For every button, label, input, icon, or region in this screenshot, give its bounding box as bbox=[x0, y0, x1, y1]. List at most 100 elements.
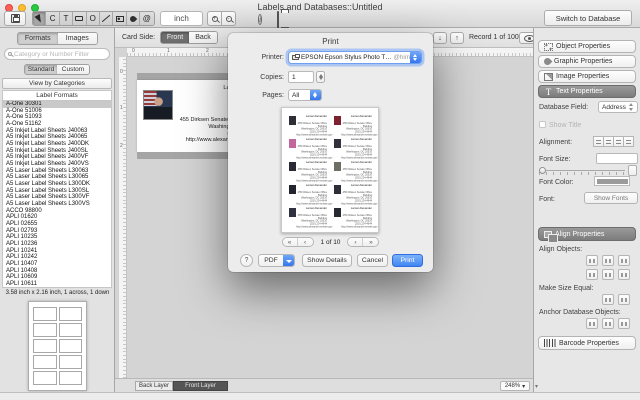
first-page-button[interactable]: « bbox=[283, 238, 298, 246]
label-format-item[interactable]: A5 Laser Label Sheets L300VS bbox=[3, 201, 111, 208]
anchor-objects-button[interactable] bbox=[602, 318, 614, 329]
rectangle-tool[interactable] bbox=[73, 12, 86, 25]
label-text: Lamar Alexander455 Dirksen Senate Office… bbox=[296, 184, 327, 205]
slider-thumb[interactable] bbox=[539, 167, 546, 174]
back-layer-tab[interactable]: Back Layer bbox=[135, 381, 173, 391]
align-objects-button[interactable] bbox=[602, 269, 614, 280]
print-button[interactable]: Print bbox=[392, 254, 423, 267]
align-objects-button[interactable] bbox=[618, 255, 630, 266]
label-format-item[interactable]: A5 Inkjet Label Sheets J400VS bbox=[3, 161, 111, 168]
label-format-item[interactable]: A5 Inkjet Label Sheets J400DK bbox=[3, 141, 111, 148]
label-format-item[interactable]: APLI 10242 bbox=[3, 254, 111, 261]
label-format-item[interactable]: A-One 30301 bbox=[3, 101, 111, 108]
label-format-item[interactable]: APLI 02655 bbox=[3, 221, 111, 228]
zoom-in-button[interactable]: + bbox=[207, 11, 222, 26]
label-format-item[interactable]: APLI 10235 bbox=[3, 234, 111, 241]
label-format-item[interactable]: A-One 51093 bbox=[3, 114, 111, 121]
label-format-item[interactable]: A-One 51162 bbox=[3, 121, 111, 128]
label-format-item[interactable]: A5 Laser Label Sheets L300SL bbox=[3, 188, 111, 195]
make-size-equal-button[interactable] bbox=[618, 294, 630, 305]
tab-images[interactable]: Images bbox=[58, 33, 98, 44]
preview-record-button[interactable] bbox=[519, 32, 533, 44]
align-objects-button[interactable] bbox=[586, 269, 598, 280]
label-format-item[interactable]: APLI 01620 bbox=[3, 214, 111, 221]
fill-tool[interactable] bbox=[127, 12, 140, 25]
panel-scroll-down-arrow[interactable]: ▾ bbox=[535, 383, 538, 390]
info-button[interactable]: i bbox=[258, 9, 262, 27]
view-by-categories-button[interactable]: View by Categories bbox=[2, 78, 112, 89]
front-layer-tab[interactable]: Front Layer bbox=[173, 381, 228, 391]
unit-field[interactable] bbox=[160, 11, 203, 26]
align-objects-button[interactable] bbox=[618, 269, 630, 280]
label-format-item[interactable]: A5 Laser Label Sheets L300VF bbox=[3, 194, 111, 201]
image-properties-button[interactable]: Image Properties bbox=[538, 70, 636, 83]
label-format-item[interactable]: APLI 10407 bbox=[3, 261, 111, 268]
previous-page-button[interactable]: ‹ bbox=[298, 238, 313, 246]
label-format-item[interactable]: A5 Inkjet Label Sheets J40063 bbox=[3, 128, 111, 135]
label-format-item[interactable]: APLI 02793 bbox=[3, 228, 111, 235]
copies-stepper[interactable] bbox=[316, 71, 325, 83]
database-field-select[interactable]: Address bbox=[598, 101, 638, 113]
cancel-button[interactable]: Cancel bbox=[357, 254, 388, 267]
make-size-equal-button[interactable] bbox=[602, 294, 614, 305]
align-objects-button[interactable] bbox=[586, 255, 598, 266]
object-properties-button[interactable]: Object Properties bbox=[538, 40, 636, 53]
barcode-properties-button[interactable]: Barcode Properties bbox=[538, 336, 636, 350]
show-details-button[interactable]: Show Details bbox=[302, 254, 352, 267]
font-color-swatch[interactable] bbox=[594, 176, 630, 186]
copies-input[interactable]: 1 bbox=[288, 71, 314, 83]
label-format-item[interactable]: A5 Inkjet Label Sheets J40065 bbox=[3, 134, 111, 141]
label-format-item[interactable]: APLI 10611 bbox=[3, 281, 111, 288]
canvas-zoom-control[interactable]: 248% ▾ bbox=[500, 381, 530, 391]
font-size-stepper[interactable] bbox=[628, 165, 637, 176]
text-tool[interactable]: T bbox=[60, 12, 73, 25]
label-format-item[interactable]: A5 Laser Label Sheets L30065 bbox=[3, 174, 111, 181]
graphic-properties-button[interactable]: Graphic Properties bbox=[538, 55, 636, 68]
previous-record-button[interactable]: ↓ bbox=[433, 32, 447, 44]
tab-formats[interactable]: Formats bbox=[18, 33, 58, 44]
show-title-checkbox[interactable]: Show Title bbox=[539, 121, 581, 129]
label-format-item[interactable]: A5 Inkjet Label Sheets J400SL bbox=[3, 148, 111, 155]
align-properties-header[interactable]: Align Properties bbox=[538, 227, 636, 241]
last-page-button[interactable]: » bbox=[363, 238, 378, 246]
font-size-input[interactable] bbox=[596, 153, 638, 164]
text-properties-button[interactable]: T Text Properties bbox=[538, 85, 636, 98]
line-tool[interactable] bbox=[100, 12, 113, 25]
anchor-objects-button[interactable] bbox=[586, 318, 598, 329]
save-button[interactable] bbox=[4, 11, 26, 26]
contact-photo[interactable] bbox=[143, 90, 173, 120]
label-format-item[interactable]: A-One 51006 bbox=[3, 108, 111, 115]
label-format-item[interactable]: APLI 10408 bbox=[3, 268, 111, 275]
side-back-tab[interactable]: Back bbox=[189, 32, 217, 43]
label-formats-list[interactable]: A-One 30301A-One 51006A-One 51093A-One 5… bbox=[2, 101, 112, 288]
pdf-menu-button[interactable]: PDF bbox=[258, 254, 295, 267]
tab-custom[interactable]: Custom bbox=[57, 65, 89, 74]
pages-select[interactable]: All bbox=[288, 89, 322, 101]
label-format-item[interactable]: A5 Inkjet Label Sheets J400VF bbox=[3, 154, 111, 161]
label-format-item[interactable]: APLI 10236 bbox=[3, 241, 111, 248]
image-tool[interactable] bbox=[113, 12, 126, 25]
zoom-out-button[interactable]: - bbox=[221, 11, 236, 26]
next-page-button[interactable]: › bbox=[348, 238, 363, 246]
label-format-item[interactable]: A5 Laser Label Sheets L300DK bbox=[3, 181, 111, 188]
show-fonts-button[interactable]: Show Fonts bbox=[584, 192, 638, 204]
printer-select[interactable]: EPSON Epson Stylus Photo T… @himvp's Mac… bbox=[288, 51, 422, 64]
link-tool[interactable]: @ bbox=[140, 12, 153, 25]
curve-tool[interactable]: C bbox=[46, 12, 59, 25]
label-format-item[interactable]: APLI 10609 bbox=[3, 274, 111, 281]
label-format-item[interactable]: APLI 10241 bbox=[3, 248, 111, 255]
side-front-tab[interactable]: Front bbox=[161, 32, 189, 43]
oval-tool[interactable]: O bbox=[87, 12, 100, 25]
font-size-slider[interactable] bbox=[539, 166, 625, 176]
select-tool[interactable] bbox=[33, 12, 46, 25]
format-search-input[interactable]: Category or Number Filter bbox=[4, 48, 110, 60]
tab-standard[interactable]: Standard bbox=[25, 65, 57, 74]
label-format-item[interactable]: ACCO 98800 bbox=[3, 208, 111, 215]
help-button[interactable]: ? bbox=[240, 254, 253, 267]
align-objects-button[interactable] bbox=[602, 255, 614, 266]
align-justify-button[interactable] bbox=[623, 136, 634, 147]
next-record-button[interactable]: ↑ bbox=[450, 32, 464, 44]
label-format-item[interactable]: A5 Laser Label Sheets L30063 bbox=[3, 168, 111, 175]
anchor-objects-button[interactable] bbox=[618, 318, 630, 329]
switch-to-database-button[interactable]: Switch to Database bbox=[544, 10, 632, 26]
